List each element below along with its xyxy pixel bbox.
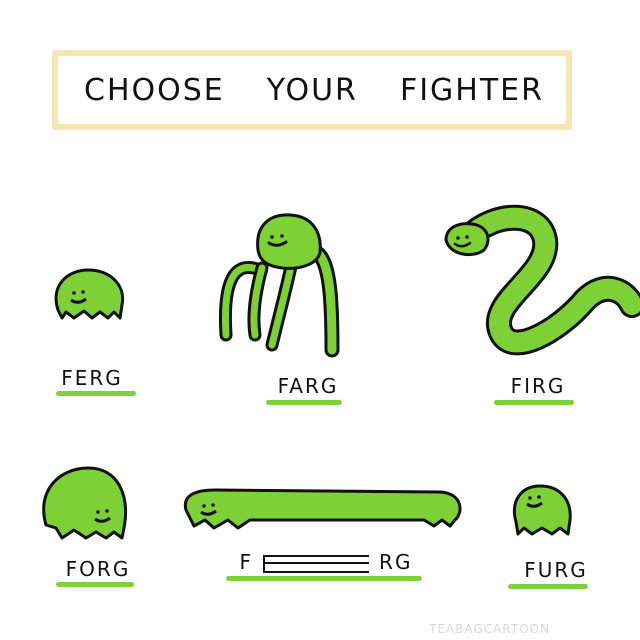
long-label-suffix: RG: [379, 550, 413, 574]
fighter-label-furg: FURG: [524, 558, 588, 582]
underline-furg: [508, 584, 588, 589]
comic-panel: CHOOSE YOUR FIGHTER FERG FARG FIRG FORG …: [0, 0, 640, 640]
creatures-illustration: [42, 204, 640, 540]
forg-creature[interactable]: [42, 466, 127, 540]
farg-creature[interactable]: [218, 213, 340, 358]
artist-credit: TEABAGCARTOON: [429, 622, 550, 636]
firg-creature[interactable]: [444, 204, 640, 356]
long-label-prefix: F: [239, 550, 254, 574]
underline-firg: [494, 400, 574, 405]
furg-creature[interactable]: [513, 484, 572, 536]
redacted-stretch: [263, 554, 370, 573]
fighter-label-firg: FIRG: [510, 374, 566, 398]
ferg-creature[interactable]: [54, 268, 125, 320]
fighter-label-farg: FARG: [277, 374, 339, 398]
long-creature[interactable]: [183, 488, 462, 530]
underline-farg: [266, 400, 342, 405]
fighter-label-ferg: FERG: [61, 366, 123, 390]
underline-forg: [56, 582, 134, 587]
fighter-label-forg: FORG: [65, 557, 131, 581]
fighter-label-long: F RG: [226, 550, 426, 574]
underline-long: [226, 576, 422, 581]
underline-ferg: [56, 391, 136, 396]
